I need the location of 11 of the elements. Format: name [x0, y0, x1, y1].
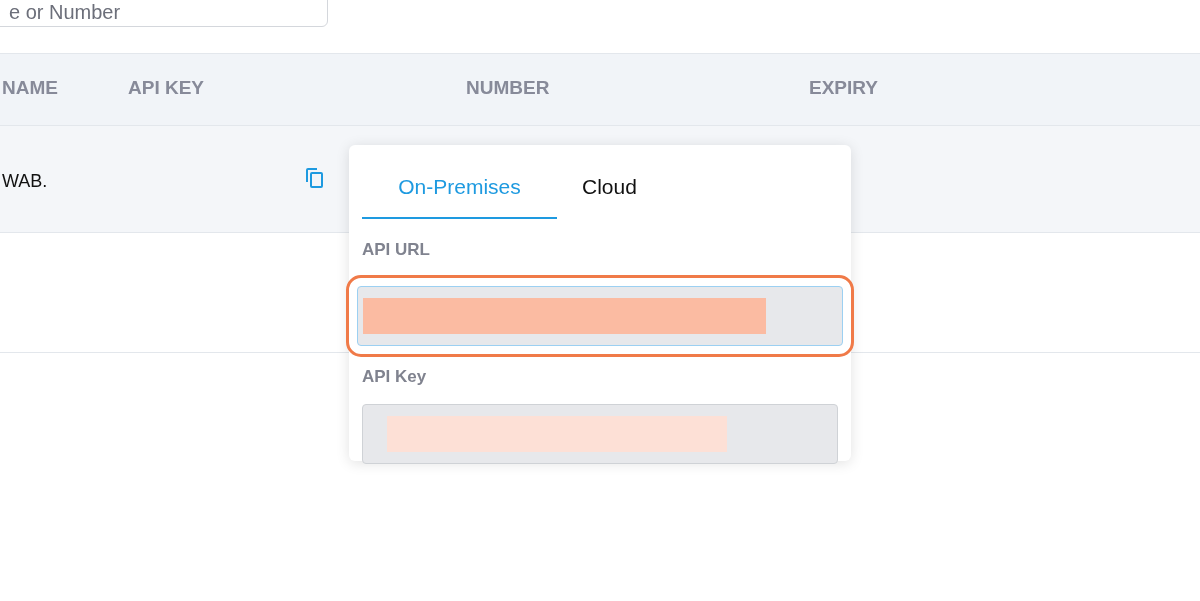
- field-label: API Key: [362, 366, 428, 388]
- input-field[interactable]: [362, 403, 838, 464]
- copy-icon[interactable]: [304, 165, 324, 189]
- column-header: NAME: [2, 78, 58, 97]
- table-cell-text: WAB.: [2, 170, 48, 193]
- column-header: EXPIRY: [809, 78, 878, 97]
- column-header: NUMBER: [466, 78, 550, 97]
- field-label: API URL: [362, 238, 431, 261]
- column-header: API KEY: [128, 78, 205, 97]
- search-field[interactable]: e or Number: [0, 0, 328, 27]
- tab[interactable]: Cloud: [557, 145, 662, 219]
